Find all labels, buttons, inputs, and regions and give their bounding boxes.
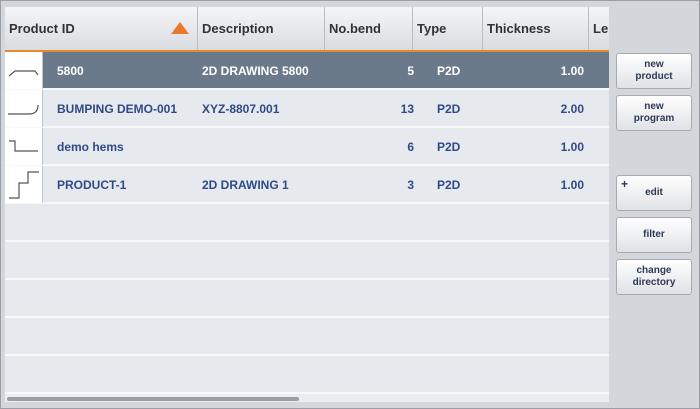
column-header-product-id[interactable]: Product ID — [5, 7, 198, 50]
edit-button[interactable]: + edit — [616, 175, 692, 211]
new-product-button[interactable]: new product — [616, 53, 692, 89]
change-directory-button[interactable]: change directory — [616, 259, 692, 295]
action-sidebar: new product new program + edit filter ch… — [612, 7, 696, 402]
empty-row — [5, 318, 609, 356]
cell-thickness: 1.00 — [560, 140, 584, 154]
cell-no-bend: 5 — [407, 64, 414, 78]
column-header-label: Le — [593, 21, 609, 36]
column-header-label: Type — [417, 21, 447, 36]
table-row[interactable]: PRODUCT-1 2D DRAWING 1 3 P2D 1.00 — [5, 166, 609, 204]
button-label-line: directory — [632, 277, 676, 288]
bend-profile-icon — [8, 70, 39, 77]
cell-product-id: PRODUCT-1 — [57, 178, 127, 192]
product-thumbnail — [5, 128, 43, 165]
new-program-button[interactable]: new program — [616, 95, 692, 131]
empty-row — [5, 356, 609, 394]
table-row[interactable]: 5800 2D DRAWING 5800 5 P2D 1.00 — [5, 52, 609, 90]
column-header-length[interactable]: Le — [589, 7, 609, 50]
filter-button[interactable]: filter — [616, 217, 692, 253]
horizontal-scrollbar[interactable] — [5, 396, 609, 402]
table-header: Product ID Description No.bend Type Thic… — [5, 7, 609, 52]
cell-type: P2D — [437, 64, 461, 78]
product-thumbnail — [5, 52, 43, 89]
sort-ascending-icon[interactable] — [171, 22, 189, 34]
cell-description: 2D DRAWING 5800 — [202, 64, 309, 78]
button-label: filter — [643, 229, 665, 240]
empty-row — [5, 204, 609, 242]
product-thumbnail — [5, 166, 43, 203]
cell-product-id: 5800 — [57, 64, 84, 78]
table-row[interactable]: BUMPING DEMO-001 XYZ-8807.001 13 P2D 2.0… — [5, 90, 609, 128]
scrollbar-thumb[interactable] — [7, 397, 299, 401]
cell-thickness: 1.00 — [560, 178, 584, 192]
column-header-label: Thickness — [487, 21, 551, 36]
product-browser-window: Product ID Description No.bend Type Thic… — [0, 0, 700, 409]
cell-product-id: BUMPING DEMO-001 — [57, 102, 178, 116]
product-table: Product ID Description No.bend Type Thic… — [5, 7, 609, 402]
cell-description: 2D DRAWING 1 — [202, 178, 289, 192]
column-header-description[interactable]: Description — [198, 7, 325, 50]
column-header-type[interactable]: Type — [413, 7, 483, 50]
column-header-thickness[interactable]: Thickness — [483, 7, 589, 50]
button-label-line: product — [635, 71, 673, 82]
button-label: edit — [645, 187, 663, 198]
table-row[interactable]: demo hems 6 P2D 1.00 — [5, 128, 609, 166]
column-header-label: Description — [202, 21, 274, 36]
cell-thickness: 1.00 — [560, 64, 584, 78]
product-thumbnail — [5, 90, 43, 127]
bend-profile-icon — [9, 171, 39, 199]
column-header-label: Product ID — [9, 21, 75, 36]
empty-row — [5, 280, 609, 318]
bend-profile-icon — [8, 104, 39, 115]
column-header-no-bend[interactable]: No.bend — [325, 7, 413, 50]
button-label-line: program — [633, 113, 675, 124]
cell-no-bend: 3 — [407, 178, 414, 192]
plus-icon: + — [621, 177, 629, 191]
cell-type: P2D — [437, 178, 461, 192]
button-label-line: change — [636, 265, 672, 276]
cell-description: XYZ-8807.001 — [202, 102, 280, 116]
cell-type: P2D — [437, 140, 461, 154]
column-header-label: No.bend — [329, 21, 381, 36]
cell-no-bend: 6 — [407, 140, 414, 154]
cell-thickness: 2.00 — [560, 102, 584, 116]
bend-profile-icon — [9, 140, 38, 152]
cell-product-id: demo hems — [57, 140, 124, 154]
button-label-line: new — [644, 101, 664, 112]
button-label-line: new — [644, 59, 664, 70]
cell-type: P2D — [437, 102, 461, 116]
cell-no-bend: 13 — [400, 102, 414, 116]
empty-row — [5, 242, 609, 280]
